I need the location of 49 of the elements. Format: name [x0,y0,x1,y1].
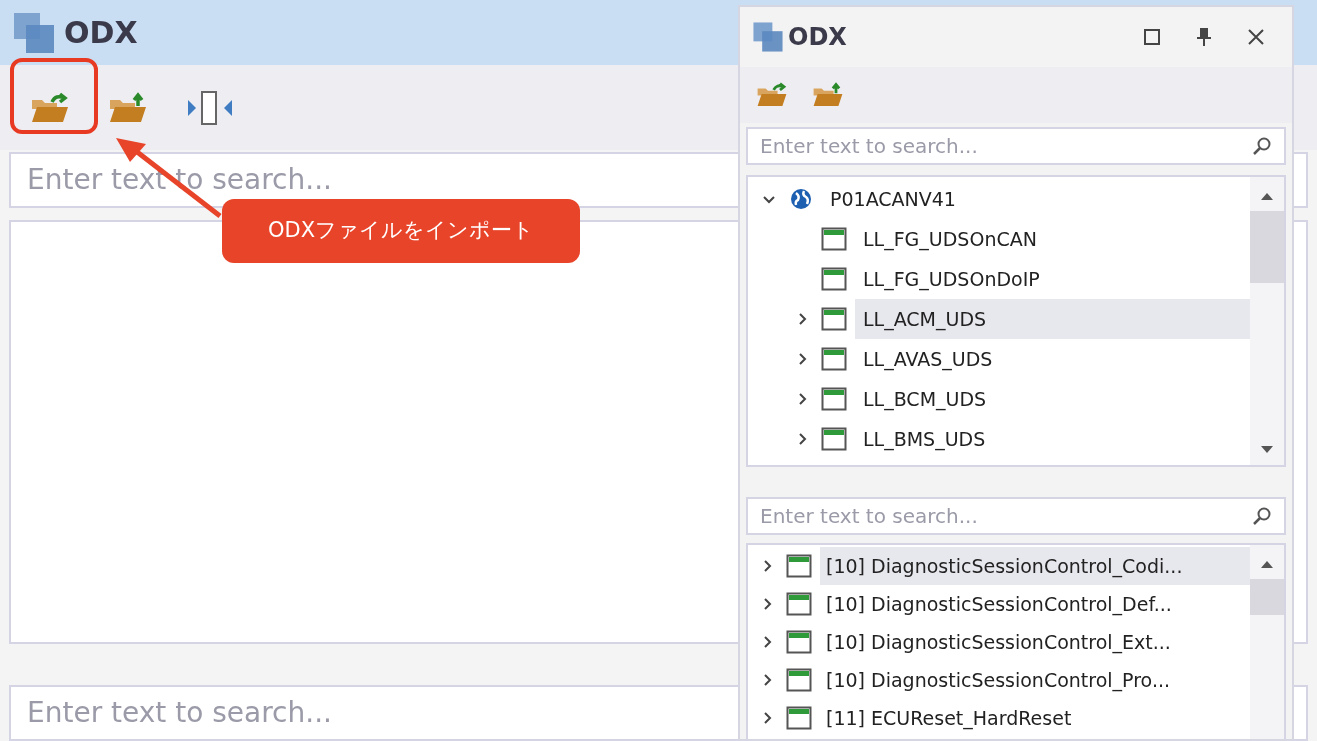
scroll-thumb[interactable] [1250,579,1284,615]
search-icon [1252,136,1272,156]
window-icon [821,307,847,331]
tree-item[interactable]: LL_FG_UDSOnCAN [855,219,1250,259]
tree-item[interactable]: LL_BMS_UDS [855,419,1250,459]
tree-item[interactable]: LL_AVAS_UDS [855,339,1250,379]
window-icon [786,592,812,616]
window-icon [821,387,847,411]
window-icon [821,347,847,371]
service-item[interactable]: [10] DiagnosticSessionControl_Def... [820,585,1250,623]
folder-curved-arrow-icon [30,91,70,124]
window-icon [821,227,847,251]
folder-curved-arrow-icon [756,82,788,108]
window-icon [786,630,812,654]
folder-up-arrow-icon [812,82,844,108]
service-item[interactable]: [10] DiagnosticSessionControl_Codi... [820,547,1250,585]
logo-icon [752,21,784,53]
window-icon [786,706,812,730]
close-icon [1247,28,1265,46]
search-field[interactable]: Enter text to search... [746,497,1286,535]
panel-title: ODX [788,22,848,53]
tree-item[interactable]: LL_BCM_UDS [855,379,1250,419]
pin-icon [1196,27,1212,47]
scroll-down-icon[interactable] [1260,445,1274,455]
scroll-up-icon[interactable] [1260,559,1274,569]
globe-icon [790,188,812,210]
window-icon [821,427,847,451]
logo-icon [12,10,56,55]
search-field[interactable]: Enter text to search... [746,127,1286,165]
folder-up-arrow-icon [108,91,148,124]
search-icon [1252,506,1272,526]
scroll-up-icon[interactable] [1260,191,1274,201]
callout-tooltip: ODXファイルをインポート [222,199,580,263]
tree-item[interactable]: LL_ACM_UDS [855,299,1250,339]
scrollbar[interactable] [1250,177,1284,465]
window-title: ODX [64,14,138,52]
window-icon [821,267,847,291]
search-input[interactable]: Enter text to search... [760,501,1252,531]
import-button[interactable] [756,82,788,108]
window-icon [786,668,812,692]
window-icon [786,554,812,578]
scrollbar[interactable] [1250,545,1284,739]
tree-item[interactable]: LL_FG_UDSOnDoIP [855,259,1250,299]
service-item[interactable]: [11] ECUReset_HardReset [820,699,1250,737]
maximize-icon [1143,28,1161,46]
service-item[interactable]: [10] DiagnosticSessionControl_Ext... [820,623,1250,661]
scroll-thumb[interactable] [1250,211,1284,283]
export-button[interactable] [812,82,844,108]
split-icon [186,89,234,126]
